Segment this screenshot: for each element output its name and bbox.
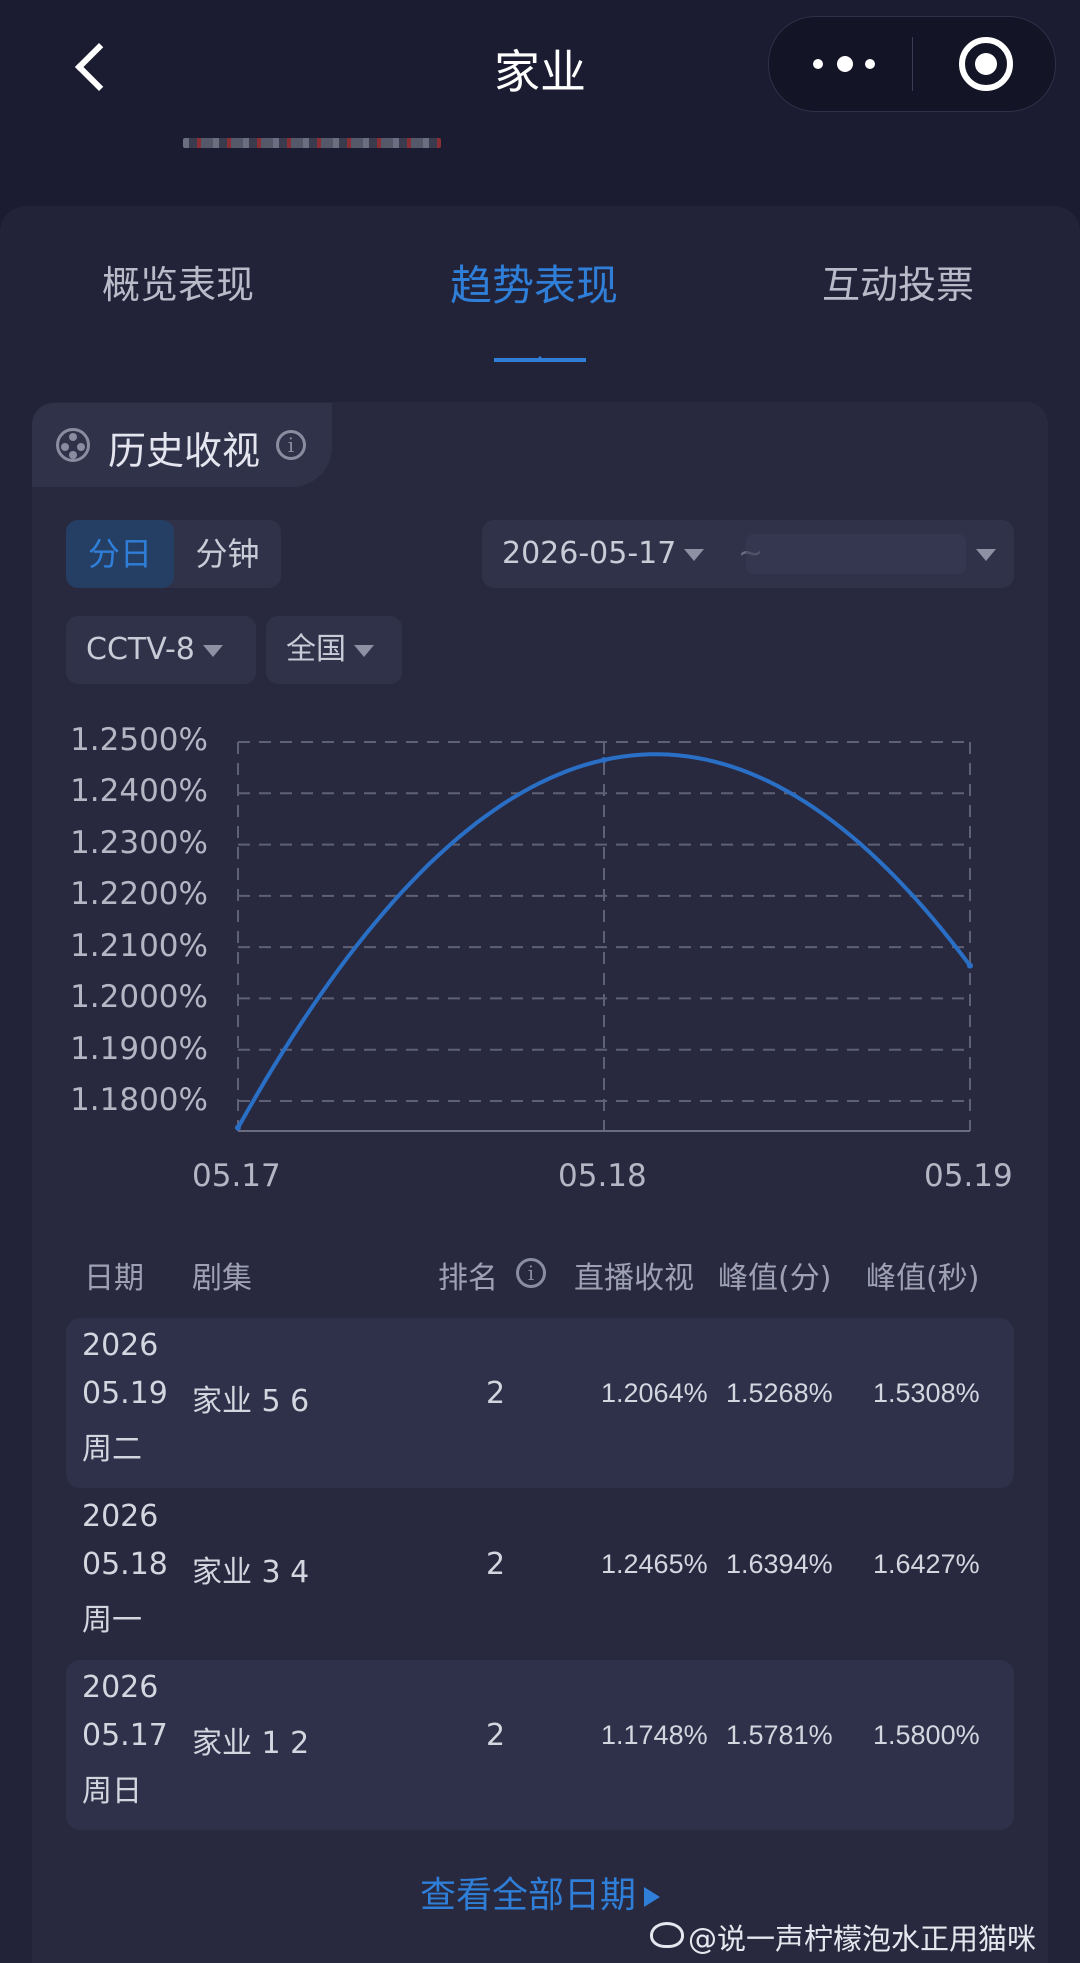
row-rank: 2 <box>486 1376 506 1411</box>
weibo-icon <box>650 1922 684 1948</box>
table-row[interactable]: 2026 05.17 周日 家业 1 2 2 1.1748% 1.5781% 1… <box>66 1660 1014 1830</box>
row-peak-minute: 1.5268% <box>726 1378 833 1408</box>
row-weekday: 周二 <box>82 1432 142 1467</box>
data-point <box>235 1124 241 1131</box>
row-episode: 家业 3 4 <box>192 1555 310 1590</box>
row-live-rating: 1.2064% <box>601 1378 708 1408</box>
header-peak-minute: 峰值(分) <box>718 1261 832 1296</box>
row-year: 2026 <box>82 1499 159 1534</box>
view-all-dates-label: 查看全部日期 <box>419 1875 636 1916</box>
row-episode: 家业 1 2 <box>192 1726 310 1761</box>
header-date: 日期 <box>84 1261 144 1296</box>
header-live-rating: 直播收视 <box>574 1261 694 1296</box>
view-all-dates-link[interactable]: 查看全部日期 <box>0 1866 1080 1918</box>
row-date: 05.19 <box>82 1376 168 1411</box>
row-year: 2026 <box>82 1328 159 1363</box>
data-point <box>601 756 607 763</box>
header-episode: 剧集 <box>192 1261 252 1296</box>
play-arrow-icon <box>644 1887 660 1907</box>
header-peak-second: 峰值(秒) <box>866 1261 980 1296</box>
row-peak-second: 1.5308% <box>873 1378 980 1408</box>
row-weekday: 周一 <box>82 1603 142 1638</box>
row-peak-minute: 1.5781% <box>726 1720 833 1750</box>
table-row[interactable]: 2026 05.18 周一 家业 3 4 2 1.2465% 1.6394% 1… <box>66 1489 1014 1659</box>
row-peak-second: 1.5800% <box>873 1720 980 1750</box>
row-peak-minute: 1.6394% <box>726 1549 833 1579</box>
row-date: 05.18 <box>82 1547 168 1582</box>
data-point <box>967 962 973 969</box>
x-tick-label: 05.17 <box>192 1158 281 1194</box>
table-row[interactable]: 2026 05.19 周二 家业 5 6 2 1.2064% 1.5268% 1… <box>66 1318 1014 1488</box>
row-weekday: 周日 <box>82 1774 142 1809</box>
watermark-text: @说一声柠檬泡水正用猫咪 <box>688 1922 1037 1956</box>
row-date: 05.17 <box>82 1718 168 1753</box>
x-tick-label: 05.18 <box>558 1158 647 1194</box>
x-tick-label: 05.19 <box>924 1158 1013 1194</box>
row-episode: 家业 5 6 <box>192 1384 310 1419</box>
info-icon[interactable]: i <box>516 1258 546 1288</box>
row-peak-second: 1.6427% <box>873 1549 980 1579</box>
row-rank: 2 <box>486 1547 506 1582</box>
row-rank: 2 <box>486 1718 506 1753</box>
row-live-rating: 1.2465% <box>601 1549 708 1579</box>
header-rank: 排名 <box>438 1261 498 1296</box>
row-year: 2026 <box>82 1670 159 1705</box>
row-live-rating: 1.1748% <box>601 1720 708 1750</box>
